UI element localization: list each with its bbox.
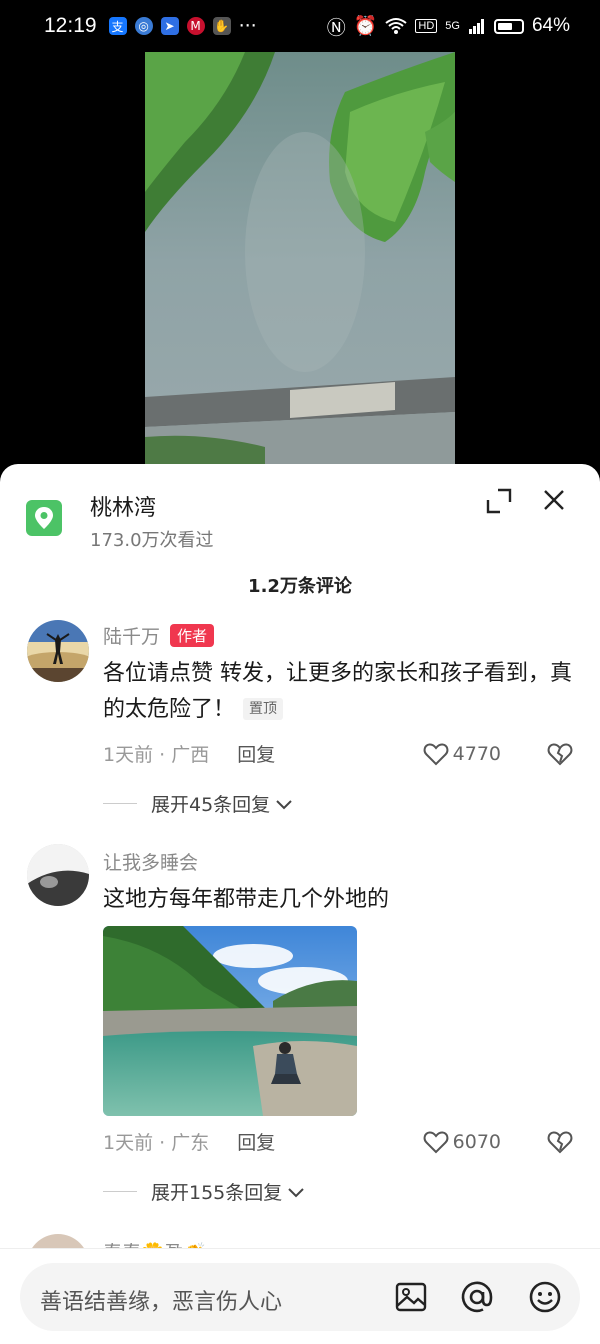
- comment-item: 让我多睡会 这地方每年都带走几个外地的 1天前 · 广东 回复 6070 展开1…: [0, 844, 600, 1224]
- app-icon: ✋: [212, 17, 231, 35]
- heart-icon: [423, 742, 449, 765]
- reply-button[interactable]: 回复: [237, 740, 275, 767]
- bank-icon: M: [186, 17, 205, 35]
- signal-icon: [468, 19, 484, 34]
- comment-text[interactable]: 这地方每年都带走几个外地的: [103, 882, 573, 918]
- heart-broken-icon[interactable]: [547, 742, 573, 766]
- comment-input[interactable]: 善语结善缘，恶言伤人心: [20, 1263, 580, 1331]
- like-count: 6070: [452, 1130, 501, 1153]
- avatar[interactable]: [27, 620, 89, 682]
- avatar[interactable]: [27, 844, 89, 906]
- like-button[interactable]: 6070: [423, 1130, 501, 1154]
- like-button[interactable]: 4770: [423, 742, 501, 766]
- emoji-icon[interactable]: [528, 1280, 562, 1314]
- comment-time-location: 1天前 · 广西: [103, 744, 210, 766]
- location-header[interactable]: 桃林湾 173.0万次看过: [0, 464, 600, 564]
- battery-percent: 64%: [531, 15, 570, 36]
- video-player[interactable]: [0, 52, 600, 472]
- river-scene-image: [145, 52, 455, 472]
- expand-replies-label: 展开155条回复: [151, 1182, 283, 1204]
- pinned-badge: 置顶: [243, 698, 284, 720]
- divider-line: [103, 1191, 137, 1192]
- status-time: 12:19: [44, 14, 97, 37]
- location-title[interactable]: 桃林湾: [90, 490, 156, 522]
- like-count: 4770: [452, 742, 501, 765]
- comment-time-location: 1天前 · 广东: [103, 1132, 210, 1154]
- image-icon[interactable]: [394, 1280, 428, 1314]
- expand-icon[interactable]: [486, 488, 512, 514]
- map-icon: ➤: [160, 17, 179, 35]
- comment-username[interactable]: 让我多睡会: [103, 848, 198, 875]
- comment-body: 各位请点赞 转发，让更多的家长和孩子看到，真的太危险了！: [103, 661, 572, 722]
- status-bar: 12:19 支 ◎ ➤ M ✋ ··· Ⓝ ⏰ HD 5G 64%: [0, 0, 600, 52]
- comment-image[interactable]: [103, 926, 357, 1116]
- comment-item: 陆千万 作者 各位请点赞 转发，让更多的家长和孩子看到，真的太危险了！ 置顶 1天…: [0, 614, 600, 817]
- wifi-icon: [385, 18, 408, 34]
- network-type: 5G: [445, 20, 460, 32]
- divider-line: [103, 803, 137, 804]
- hd-icon: HD: [415, 19, 438, 33]
- at-icon[interactable]: [460, 1280, 494, 1314]
- more-notifications-icon: ···: [238, 15, 257, 37]
- chevron-down-icon: [276, 799, 292, 809]
- alarm-icon: ⏰: [353, 16, 378, 37]
- alipay-icon: 支: [108, 17, 127, 35]
- author-badge: 作者: [170, 624, 215, 647]
- comment-username[interactable]: 陆千万: [103, 622, 160, 649]
- location-views: 173.0万次看过: [90, 530, 214, 551]
- location-pin-icon: [26, 500, 62, 536]
- browser-icon: ◎: [134, 17, 153, 35]
- expand-replies-button[interactable]: 展开45条回复: [103, 790, 294, 817]
- comment-input-placeholder: 善语结善缘，恶言伤人心: [40, 1290, 283, 1315]
- expand-replies-label: 展开45条回复: [151, 794, 271, 816]
- battery-icon: [493, 18, 524, 34]
- expand-replies-button[interactable]: 展开155条回复: [103, 1178, 306, 1205]
- nfc-icon: Ⓝ: [326, 17, 346, 39]
- chevron-down-icon: [288, 1187, 304, 1197]
- comment-count: 1.2万条评论: [248, 576, 352, 597]
- video-frame[interactable]: [145, 52, 455, 472]
- comment-input-bar: 善语结善缘，恶言伤人心: [0, 1248, 600, 1344]
- heart-broken-icon[interactable]: [547, 1130, 573, 1154]
- heart-icon: [423, 1130, 449, 1153]
- comment-text[interactable]: 各位请点赞 转发，让更多的家长和孩子看到，真的太危险了！ 置顶: [103, 656, 573, 728]
- reply-button[interactable]: 回复: [237, 1128, 275, 1155]
- close-icon[interactable]: [540, 486, 568, 514]
- comment-sheet: 桃林湾 173.0万次看过 1.2万条评论 陆千万 作者 各位请点赞 转发，让更…: [0, 464, 600, 1344]
